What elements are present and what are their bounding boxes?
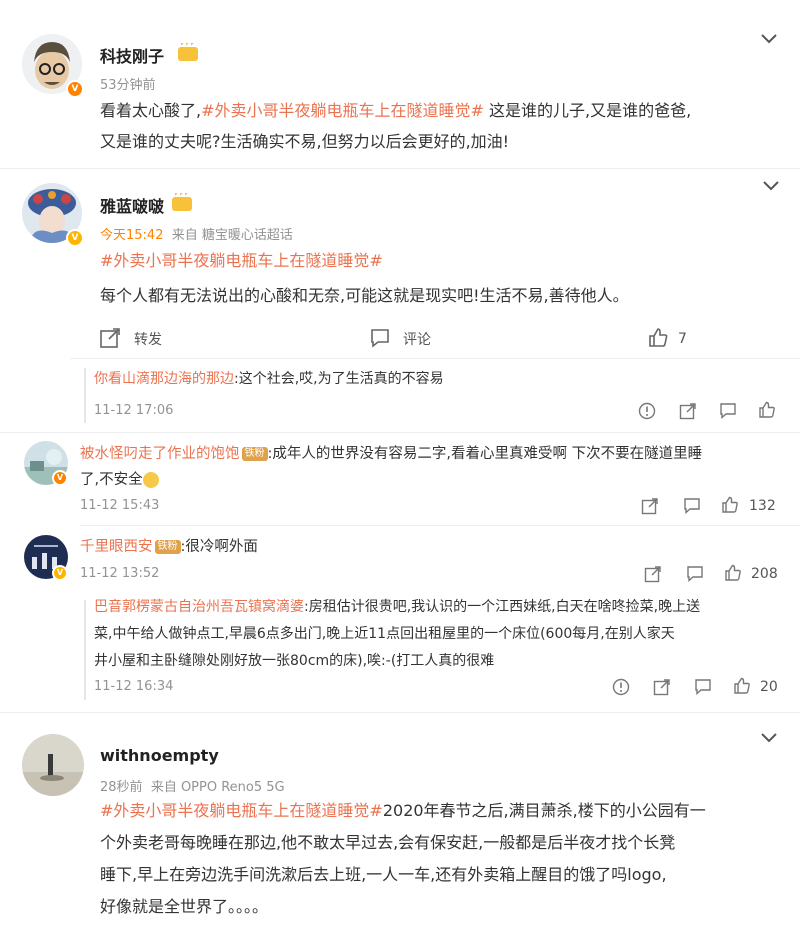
post-meta: 28秒前 来自 OPPO Reno5 5G — [100, 780, 285, 795]
repost-icon[interactable] — [99, 327, 121, 349]
like-count: 20 — [760, 679, 778, 695]
fan-badge: 铁粉 — [154, 540, 181, 554]
comment-time: 11-12 13:52 — [80, 566, 160, 581]
hashtag-link[interactable]: #外卖小哥半夜躺电瓶车上在隧道睡觉# — [100, 245, 383, 276]
repost-icon[interactable] — [679, 402, 697, 420]
reply-username[interactable]: 你看山滴那边海的那边 — [94, 371, 234, 387]
like-count: 132 — [749, 498, 776, 514]
comment-icon[interactable] — [719, 402, 737, 420]
username[interactable]: 雅蓝啵啵 — [100, 193, 164, 217]
username[interactable]: withnoempty — [100, 746, 219, 765]
comment-username[interactable]: 千里眼西安 — [80, 539, 153, 555]
username[interactable]: 科技刚子 — [100, 43, 164, 67]
report-icon[interactable] — [638, 402, 656, 420]
reply-time: 11-12 17:06 — [94, 403, 174, 418]
reply-text: 你看山滴那边海的那边:这个社会,哎,为了生活真的不容易 — [94, 371, 444, 387]
like-icon[interactable] — [647, 327, 669, 349]
member-crown-icon — [178, 43, 198, 61]
chevron-down-icon[interactable] — [760, 33, 778, 45]
like-count: 208 — [751, 566, 778, 582]
comment-icon[interactable] — [683, 497, 701, 515]
repost-icon[interactable] — [653, 678, 671, 696]
divider — [0, 432, 800, 433]
like-icon[interactable] — [721, 496, 739, 514]
reply-time: 11-12 16:34 — [94, 679, 174, 694]
avatar[interactable] — [22, 734, 84, 796]
post-body: 看着太心酸了,#外卖小哥半夜躺电瓶车上在隧道睡觉# 这是谁的儿子,又是谁的爸爸,… — [100, 101, 692, 151]
verified-badge-icon: V — [66, 229, 84, 247]
comment-icon[interactable] — [686, 565, 704, 583]
comment-text: 被水怪叼走了作业的饱饱 铁粉:成年人的世界没有容易二字,看着心里真难受啊 下次不要… — [80, 446, 703, 488]
post-time: 53分钟前 — [100, 78, 156, 93]
chevron-down-icon[interactable] — [762, 180, 780, 192]
divider — [80, 525, 800, 526]
verified-badge-icon: V — [52, 565, 68, 581]
divider — [0, 712, 800, 713]
comment-time: 11-12 15:43 — [80, 498, 160, 513]
repost-icon[interactable] — [644, 565, 662, 583]
reply-text: 巴音郭楞蒙古自治州吾瓦镇窝滴婆:房租估计很贵吧,我认识的一个江西妹纸,白天在啥咚… — [94, 599, 701, 669]
hashtag-link[interactable]: #外卖小哥半夜躺电瓶车上在隧道睡觉# — [201, 101, 484, 120]
divider — [0, 168, 800, 169]
like-icon[interactable] — [724, 564, 742, 582]
verified-badge-icon: V — [52, 470, 68, 486]
sad-emoji-icon — [142, 472, 159, 488]
like-icon[interactable] — [758, 401, 776, 419]
hashtag-link[interactable]: #外卖小哥半夜躺电瓶车上在隧道睡觉# — [100, 801, 383, 820]
post-body: 每个人都有无法说出的心酸和无奈,可能这就是现实吧!生活不易,善待他人。 — [100, 286, 629, 305]
comment-text: 千里眼西安 铁粉:很冷啊外面 — [80, 539, 258, 555]
fan-badge: 铁粉 — [241, 447, 268, 461]
like-count: 7 — [678, 331, 687, 347]
reply-thread — [84, 368, 86, 423]
like-icon[interactable] — [733, 677, 751, 695]
divider — [70, 358, 800, 359]
post-meta: 今天15:42 来自 糖宝暖心话超话 — [100, 228, 293, 243]
repost-icon[interactable] — [641, 497, 659, 515]
comment-username[interactable]: 被水怪叼走了作业的饱饱 — [80, 446, 240, 462]
comment-icon[interactable] — [694, 678, 712, 696]
report-icon[interactable] — [612, 678, 630, 696]
reply-thread — [84, 600, 86, 700]
member-crown-icon — [172, 193, 192, 211]
reply-username[interactable]: 巴音郭楞蒙古自治州吾瓦镇窝滴婆 — [94, 599, 304, 615]
verified-badge-icon: V — [66, 80, 84, 98]
chevron-down-icon[interactable] — [760, 732, 778, 744]
comment-button[interactable]: 评论 — [403, 329, 431, 349]
comment-icon[interactable] — [369, 327, 391, 349]
repost-button[interactable]: 转发 — [134, 329, 162, 349]
post-body: #外卖小哥半夜躺电瓶车上在隧道睡觉#2020年春节之后,满目萧杀,楼下的小公园有… — [100, 801, 706, 916]
